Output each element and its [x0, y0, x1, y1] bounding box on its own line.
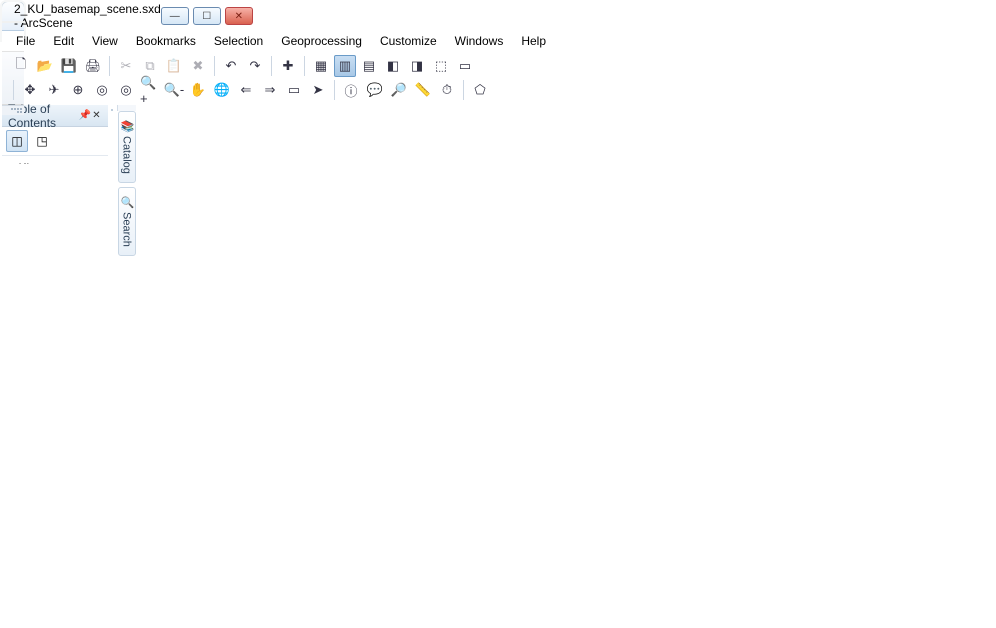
- close-button[interactable]: ✕: [225, 7, 253, 25]
- toc-window-icon[interactable]: ▦: [310, 55, 332, 77]
- menu-edit[interactable]: Edit: [45, 31, 82, 51]
- app-window: 2_KU_basemap_scene.sxd - ArcScene — ☐ ✕ …: [0, 0, 26, 42]
- pointer-icon[interactable]: ➤: [307, 79, 329, 101]
- measure-icon[interactable]: 📏: [412, 79, 434, 101]
- target-icon[interactable]: ◎: [91, 79, 113, 101]
- menu-geoprocessing[interactable]: Geoprocessing: [273, 31, 370, 51]
- search-tab[interactable]: 🔍 Search: [118, 187, 136, 256]
- zoom-target-icon[interactable]: ◎: [115, 79, 137, 101]
- copy-icon[interactable]: ⧉: [139, 55, 161, 77]
- select-icon[interactable]: ▭: [283, 79, 305, 101]
- window-title: 2_KU_basemap_scene.sxd - ArcScene: [14, 2, 161, 30]
- resize-grip[interactable]: [8, 106, 24, 115]
- catalog-icon[interactable]: ◧: [382, 55, 404, 77]
- identify-icon[interactable]: ⓘ: [340, 79, 362, 101]
- modelbuilder-icon[interactable]: ▭: [454, 55, 476, 77]
- center-icon[interactable]: ⊕: [67, 79, 89, 101]
- add-data-icon[interactable]: ✚: [277, 55, 299, 77]
- toc-toolbar: ◫ ◳: [2, 127, 108, 156]
- full-extent-icon[interactable]: 🌐: [211, 79, 233, 101]
- 3d-analyst-icon[interactable]: ⬠: [469, 79, 491, 101]
- close-panel-icon[interactable]: ✕: [91, 109, 102, 123]
- back-view-icon[interactable]: ⇐: [235, 79, 257, 101]
- side-tabs: 📚 Catalog 🔍 Search: [117, 105, 136, 111]
- toolbar-separator: [463, 80, 464, 100]
- menu-windows[interactable]: Windows: [447, 31, 512, 51]
- minimize-button[interactable]: —: [161, 7, 189, 25]
- tree-scene-root[interactable]: Kingston University survey: [6, 160, 104, 164]
- menu-help[interactable]: Help: [513, 31, 554, 51]
- forward-view-icon[interactable]: ⇒: [259, 79, 281, 101]
- time-slider-icon[interactable]: ⏱: [436, 79, 458, 101]
- window-controls: — ☐ ✕: [161, 7, 253, 25]
- root-label: Kingston University survey: [18, 161, 103, 164]
- delete-icon[interactable]: ✖: [187, 55, 209, 77]
- toolbar-separator: [304, 56, 305, 76]
- save-icon[interactable]: 💾: [58, 55, 80, 77]
- open-icon[interactable]: 📂: [34, 55, 56, 77]
- zoom-out-icon[interactable]: 🔍-: [163, 79, 185, 101]
- menu-view[interactable]: View: [84, 31, 126, 51]
- menu-customize[interactable]: Customize: [372, 31, 445, 51]
- scene-viewport[interactable]: 3D Editor ▾ ✕ 3D Editor ➤ ▶ ⤡ Z: ⬚ ⊞: [111, 109, 113, 111]
- toolbar-separator: [334, 80, 335, 100]
- toolbars: 🗋 📂 💾 🖨 ✂ ⧉ 📋 ✖ ↶ ↷ ✚ ▦ ▥ ▤ ◧ ◨ ⬚ ▭ ✥: [2, 52, 24, 105]
- toolbar-separator: [271, 56, 272, 76]
- statusbar: [2, 105, 24, 115]
- maximize-button[interactable]: ☐: [193, 7, 221, 25]
- menu-selection[interactable]: Selection: [206, 31, 271, 51]
- list-by-drawing-order-icon[interactable]: ◫: [6, 130, 28, 152]
- pin-icon[interactable]: 📌: [79, 109, 91, 123]
- search-tab-icon: 🔍: [121, 196, 133, 208]
- search-win-icon[interactable]: ◨: [406, 55, 428, 77]
- background-geometry: [112, 110, 113, 111]
- cut-icon[interactable]: ✂: [115, 55, 137, 77]
- fly-icon[interactable]: ✈: [43, 79, 65, 101]
- background-geometry: [111, 110, 112, 111]
- python-icon[interactable]: ⬚: [430, 55, 452, 77]
- titlebar[interactable]: 2_KU_basemap_scene.sxd - ArcScene — ☐ ✕: [2, 2, 24, 31]
- redo-icon[interactable]: ↷: [244, 55, 266, 77]
- search-tab-label: Search: [121, 212, 133, 247]
- find-icon[interactable]: 🔎: [388, 79, 410, 101]
- tools-toolbar: ✥ ✈ ⊕ ◎ ◎ 🔍+ 🔍- ✋ 🌐 ⇐ ⇒ ▭ ➤ ⓘ 💬 🔎 📏 ⏱ ⬠: [6, 78, 495, 102]
- new-icon[interactable]: 🗋: [10, 55, 32, 77]
- catalog-tab-icon: 📚: [121, 120, 133, 132]
- navigate-icon[interactable]: ✥: [19, 79, 41, 101]
- toolbar-separator: [109, 56, 110, 76]
- menubar: File Edit View Bookmarks Selection Geopr…: [2, 31, 24, 52]
- toc-tree: Kingston University survey − ✓ Multipatc…: [2, 156, 108, 164]
- graphics-icon[interactable]: ▤: [358, 55, 380, 77]
- print-icon[interactable]: 🖨: [82, 55, 104, 77]
- zoom-in-icon[interactable]: 🔍+: [139, 79, 161, 101]
- paste-icon[interactable]: 📋: [163, 55, 185, 77]
- standard-toolbar: 🗋 📂 💾 🖨 ✂ ⧉ 📋 ✖ ↶ ↷ ✚ ▦ ▥ ▤ ◧ ◨ ⬚ ▭: [6, 54, 480, 78]
- list-by-source-icon[interactable]: ◳: [31, 130, 53, 152]
- pan-icon[interactable]: ✋: [187, 79, 209, 101]
- menu-file[interactable]: File: [8, 31, 43, 51]
- catalog-tab[interactable]: 📚 Catalog: [118, 111, 136, 183]
- html-popup-icon[interactable]: 💬: [364, 79, 386, 101]
- toolbar-separator: [214, 56, 215, 76]
- scene-icon[interactable]: ▥: [334, 55, 356, 77]
- catalog-tab-label: Catalog: [121, 136, 133, 174]
- menu-bookmarks[interactable]: Bookmarks: [128, 31, 204, 51]
- toolbar-separator: [13, 80, 14, 100]
- undo-icon[interactable]: ↶: [220, 55, 242, 77]
